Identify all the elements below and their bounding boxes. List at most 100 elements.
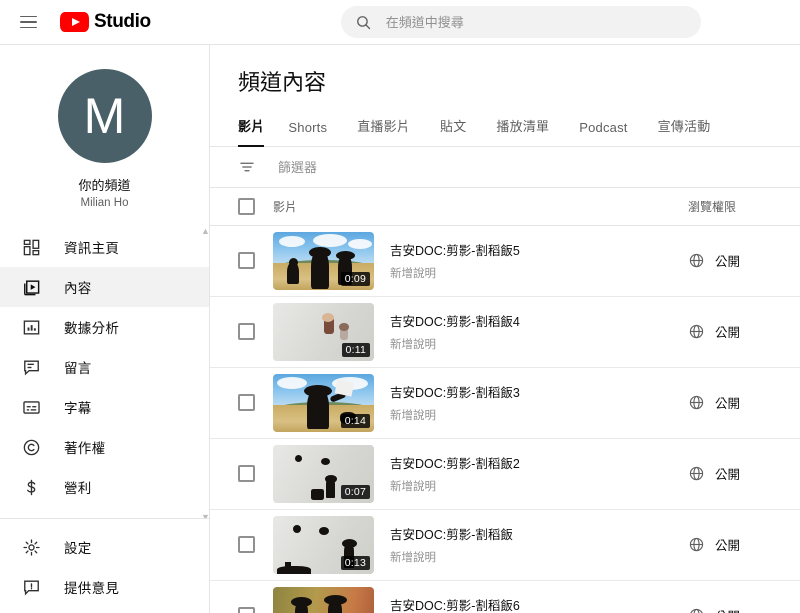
search-icon bbox=[356, 15, 370, 29]
channel-name: Milian Ho bbox=[80, 197, 129, 209]
dashboard-icon bbox=[20, 236, 42, 258]
video-description[interactable]: 新增說明 bbox=[390, 336, 688, 352]
video-description[interactable]: 新增說明 bbox=[390, 478, 688, 494]
studio-brand[interactable]: Studio bbox=[60, 11, 151, 33]
sidebar-item-label: 字幕 bbox=[64, 401, 92, 416]
sidebar-item-label: 內容 bbox=[64, 281, 92, 296]
scroll-up-arrow[interactable]: ▲ bbox=[201, 226, 209, 236]
video-duration: 0:11 bbox=[341, 342, 370, 357]
sidebar-item-copyright[interactable]: 著作權 bbox=[0, 427, 209, 467]
channel-block: M 你的頻道 Milian Ho bbox=[0, 45, 209, 223]
sidebar-item-dashboard[interactable]: 資訊主頁 bbox=[0, 227, 209, 267]
sidebar-item-label: 資訊主頁 bbox=[64, 241, 120, 256]
video-meta: 吉安DOC:剪影-割稻飯6 新增說明 bbox=[390, 595, 688, 613]
row-checkbox[interactable] bbox=[238, 607, 255, 613]
filter-input[interactable]: 篩選器 bbox=[278, 157, 317, 176]
tab-promotions[interactable]: 宣傳活動 bbox=[658, 116, 727, 146]
video-description[interactable]: 新增說明 bbox=[390, 407, 688, 423]
monetization-dollar-icon bbox=[20, 476, 42, 498]
avatar[interactable]: M bbox=[57, 69, 152, 163]
channel-label: 你的頻道 bbox=[78, 178, 131, 193]
row-checkbox[interactable] bbox=[238, 536, 255, 554]
select-all-checkbox[interactable] bbox=[238, 197, 255, 215]
table-row[interactable]: 0:13 吉安DOC:剪影-割稻飯 新增說明 公開 bbox=[210, 510, 800, 581]
tab-posts[interactable]: 貼文 bbox=[440, 116, 482, 146]
sidebar-item-label: 設定 bbox=[64, 541, 92, 556]
sidebar-scrollbar[interactable]: ▲ ▼ bbox=[201, 226, 209, 518]
tab-podcast[interactable]: Podcast bbox=[579, 120, 643, 146]
youtube-logo-icon bbox=[60, 12, 89, 32]
video-description[interactable]: 新增說明 bbox=[390, 265, 688, 281]
tab-videos[interactable]: 影片 bbox=[238, 116, 274, 148]
globe-icon bbox=[690, 609, 703, 613]
video-thumbnail[interactable]: 0:09 bbox=[273, 231, 374, 290]
visibility-label: 公開 bbox=[715, 468, 741, 483]
body-container: M 你的頻道 Milian Ho 資訊主頁 內容 數據分析 留言 字幕 著作權 … bbox=[0, 45, 800, 613]
sidebar-item-subtitles[interactable]: 字幕 bbox=[0, 387, 209, 427]
gear-icon bbox=[20, 536, 42, 558]
search-box[interactable] bbox=[340, 6, 701, 38]
globe-icon bbox=[689, 538, 704, 552]
video-title[interactable]: 吉安DOC:剪影-割稻飯2 bbox=[390, 453, 688, 472]
globe-icon bbox=[689, 467, 704, 481]
video-title[interactable]: 吉安DOC:剪影-割稻飯4 bbox=[390, 311, 688, 330]
video-duration: 0:09 bbox=[340, 271, 370, 286]
search-input[interactable] bbox=[385, 14, 687, 30]
video-title[interactable]: 吉安DOC:剪影-割稻飯 bbox=[390, 524, 688, 543]
tab-live[interactable]: 直播影片 bbox=[357, 116, 426, 146]
hamburger-menu-icon[interactable] bbox=[8, 2, 48, 42]
scroll-down-arrow[interactable]: ▼ bbox=[201, 512, 209, 518]
video-thumbnail[interactable]: 0:14 bbox=[273, 373, 374, 432]
visibility-label: 公開 bbox=[715, 397, 741, 412]
video-thumbnail[interactable]: 0:11 bbox=[273, 302, 374, 361]
sidebar-item-label: 提供意見 bbox=[64, 581, 120, 596]
visibility-label: 公開 bbox=[715, 326, 741, 341]
video-visibility[interactable]: 公開 bbox=[688, 606, 800, 613]
video-title[interactable]: 吉安DOC:剪影-割稻飯6 bbox=[390, 595, 688, 613]
video-visibility[interactable]: 公開 bbox=[688, 322, 800, 341]
table-row[interactable]: 0:14 吉安DOC:剪影-割稻飯3 新增說明 公開 bbox=[210, 368, 800, 439]
search-container bbox=[340, 6, 701, 38]
video-visibility[interactable]: 公開 bbox=[688, 535, 800, 554]
video-description[interactable]: 新增說明 bbox=[390, 549, 688, 565]
globe-icon bbox=[689, 396, 704, 410]
page-title: 頻道內容 bbox=[238, 70, 327, 95]
video-thumbnail[interactable]: 0:07 bbox=[273, 444, 374, 503]
sidebar-item-content[interactable]: 內容 bbox=[0, 267, 209, 307]
table-row[interactable]: 0:09 吉安DOC:剪影-割稻飯5 新增說明 公開 bbox=[210, 226, 800, 297]
table-row[interactable]: 0:11 吉安DOC:剪影-割稻飯4 新增說明 公開 bbox=[210, 297, 800, 368]
tab-shorts[interactable]: Shorts bbox=[288, 120, 343, 146]
globe-icon bbox=[689, 254, 704, 268]
tab-playlists[interactable]: 播放清單 bbox=[496, 116, 565, 146]
sidebar-nav: 資訊主頁 內容 數據分析 留言 字幕 著作權 營利 ▲ ▼ bbox=[0, 223, 209, 518]
video-meta: 吉安DOC:剪影-割稻飯2 新增說明 bbox=[390, 453, 688, 494]
row-checkbox[interactable] bbox=[238, 252, 255, 270]
table-row[interactable]: 吉安DOC:剪影-割稻飯6 新增說明 公開 bbox=[210, 581, 800, 613]
video-duration: 0:13 bbox=[340, 555, 370, 570]
row-checkbox[interactable] bbox=[238, 323, 255, 341]
sidebar-item-settings[interactable]: 設定 bbox=[0, 527, 209, 567]
row-checkbox[interactable] bbox=[238, 465, 255, 483]
sidebar-item-label: 著作權 bbox=[64, 441, 106, 456]
table-row[interactable]: 0:07 吉安DOC:剪影-割稻飯2 新增說明 公開 bbox=[210, 439, 800, 510]
video-title[interactable]: 吉安DOC:剪影-割稻飯5 bbox=[390, 240, 688, 259]
video-visibility[interactable]: 公開 bbox=[688, 393, 800, 412]
sidebar-bottom: 設定 提供意見 bbox=[0, 518, 209, 613]
video-meta: 吉安DOC:剪影-割稻飯3 新增說明 bbox=[390, 382, 688, 423]
video-thumbnail[interactable]: 0:13 bbox=[273, 515, 374, 574]
row-checkbox[interactable] bbox=[238, 394, 255, 412]
filter-icon[interactable] bbox=[238, 158, 256, 176]
youtube-studio-app: Studio M 你的頻道 Milian Ho bbox=[0, 0, 800, 613]
sidebar-item-comments[interactable]: 留言 bbox=[0, 347, 209, 387]
sidebar-item-monetization[interactable]: 營利 bbox=[0, 467, 209, 507]
video-visibility[interactable]: 公開 bbox=[688, 464, 800, 483]
video-thumbnail[interactable] bbox=[273, 586, 374, 613]
video-visibility[interactable]: 公開 bbox=[688, 251, 800, 270]
table-header: 影片 瀏覽權限 bbox=[210, 188, 800, 226]
video-title[interactable]: 吉安DOC:剪影-割稻飯3 bbox=[390, 382, 688, 401]
sidebar: M 你的頻道 Milian Ho 資訊主頁 內容 數據分析 留言 字幕 著作權 … bbox=[0, 45, 210, 613]
sidebar-item-analytics[interactable]: 數據分析 bbox=[0, 307, 209, 347]
video-meta: 吉安DOC:剪影-割稻飯5 新增說明 bbox=[390, 240, 688, 281]
sidebar-item-feedback[interactable]: 提供意見 bbox=[0, 567, 209, 607]
main-content: 頻道內容 影片 Shorts 直播影片 貼文 播放清單 Podcast 宣傳活動… bbox=[210, 45, 800, 613]
